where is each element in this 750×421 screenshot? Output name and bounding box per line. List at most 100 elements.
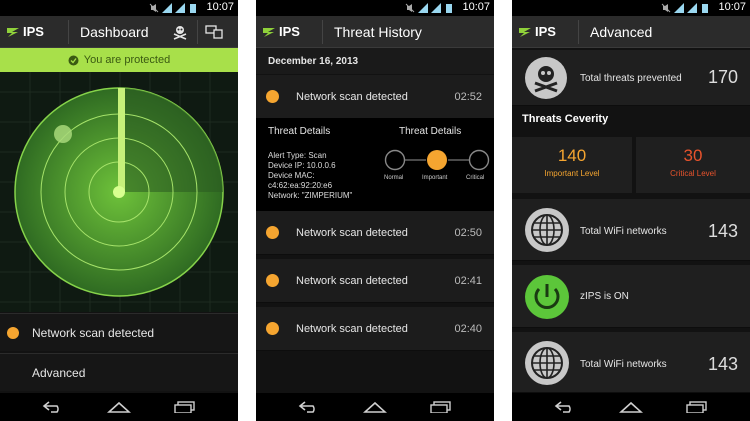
mute-icon xyxy=(149,3,159,13)
detail-line: Device MAC: xyxy=(268,171,315,180)
threat-time: 02:50 xyxy=(454,226,482,239)
radar-view xyxy=(0,72,238,312)
wifi-networks-label: Total WiFi networks xyxy=(580,359,667,370)
home-icon[interactable] xyxy=(618,401,643,413)
threat-dot xyxy=(266,322,279,335)
app-logo[interactable]: IPS xyxy=(6,24,44,39)
wifi-networks-label: Total WiFi networks xyxy=(580,226,667,237)
divider xyxy=(197,20,198,44)
date-header: December 16, 2013 xyxy=(256,48,494,74)
battery-icon xyxy=(190,4,196,13)
signal-icon xyxy=(687,3,697,13)
battery-icon xyxy=(446,4,452,13)
back-icon[interactable] xyxy=(42,401,64,413)
wifi-icon xyxy=(418,3,428,13)
clock: 10:07 xyxy=(462,1,490,13)
threat-time: 02:40 xyxy=(454,322,482,335)
severity-scale xyxy=(384,149,490,171)
threat-dot xyxy=(266,226,279,239)
threat-row[interactable]: Network scan detected 02:40 xyxy=(256,307,494,351)
threat-row[interactable]: Network scan detected 02:50 xyxy=(256,211,494,255)
threat-dot xyxy=(266,90,279,103)
threat-label: Network scan detected xyxy=(296,274,408,287)
home-icon[interactable] xyxy=(106,401,131,413)
recent-apps-icon[interactable] xyxy=(686,401,708,413)
skull-crossbones-icon[interactable] xyxy=(172,24,188,40)
protected-text: You are protected xyxy=(83,54,171,66)
back-icon[interactable] xyxy=(554,401,576,413)
wifi-networks-card[interactable]: Total WiFi networks 143 xyxy=(512,332,750,393)
phone-advanced: 10:07 IPS Advanced Total threats prevent… xyxy=(512,0,750,421)
mute-icon xyxy=(661,3,671,13)
back-icon[interactable] xyxy=(298,401,320,413)
recent-apps-icon[interactable] xyxy=(430,401,452,413)
detail-line: Network: "ZIMPERIUM" xyxy=(268,191,353,200)
severity-normal[interactable] xyxy=(384,149,406,171)
app-logo[interactable]: IPS xyxy=(262,24,300,39)
zimperium-logo-icon xyxy=(7,27,19,37)
check-circle-icon xyxy=(68,55,79,65)
zimperium-logo-icon xyxy=(519,27,531,37)
globe-icon xyxy=(525,341,569,385)
alert-label: Network scan detected xyxy=(32,325,155,340)
alert-list-item[interactable]: Network scan detected xyxy=(0,313,238,351)
threat-time: 02:52 xyxy=(454,90,482,103)
detail-line: c4:62:ea:92:20:e6 xyxy=(268,181,333,190)
important-label: Important Level xyxy=(544,169,600,178)
alert-dot xyxy=(7,326,19,339)
nav-bar xyxy=(0,393,238,421)
zimperium-logo-icon xyxy=(263,27,275,37)
threat-row[interactable]: Network scan detected 02:41 xyxy=(256,259,494,303)
detail-line: Device IP: 10.0.0.6 xyxy=(268,161,336,170)
home-icon[interactable] xyxy=(362,401,387,413)
radar-graphic xyxy=(0,72,238,312)
advanced-list-item[interactable]: Advanced xyxy=(0,353,238,391)
skull-crossbones-icon xyxy=(525,57,567,99)
page-title: Threat History xyxy=(334,24,422,40)
severity-label: Important xyxy=(422,175,448,181)
devices-icon[interactable] xyxy=(205,25,223,39)
signal-icon xyxy=(431,3,441,13)
threat-time: 02:41 xyxy=(454,274,482,287)
threat-label: Network scan detected xyxy=(296,226,408,239)
power-icon xyxy=(525,275,569,319)
details-heading: Threat Details xyxy=(268,126,331,137)
threats-prevented-label: Total threats prevented xyxy=(580,73,682,84)
wifi-networks-value: 143 xyxy=(708,354,739,374)
divider xyxy=(68,20,69,44)
signal-icon xyxy=(175,3,185,13)
important-level-box[interactable]: 140 Important Level xyxy=(512,137,632,193)
app-name: IPS xyxy=(23,24,44,39)
severity-label: Normal xyxy=(384,175,404,181)
severity-critical[interactable] xyxy=(468,149,490,171)
clock: 10:07 xyxy=(718,1,746,13)
page-title: Dashboard xyxy=(80,24,149,40)
wifi-icon xyxy=(674,3,684,13)
zips-status-card[interactable]: zIPS is ON xyxy=(512,265,750,328)
page-title: Advanced xyxy=(590,24,653,40)
app-name: IPS xyxy=(279,24,300,39)
nav-bar xyxy=(256,393,494,421)
severity-heading: Threat Details xyxy=(399,126,462,137)
critical-value: 30 xyxy=(683,146,703,165)
app-logo[interactable]: IPS xyxy=(518,24,556,39)
threat-dot xyxy=(266,274,279,287)
battery-icon xyxy=(702,4,708,13)
threats-prevented-value: 170 xyxy=(708,67,739,87)
severity-important[interactable] xyxy=(427,150,447,170)
recent-apps-icon[interactable] xyxy=(174,401,196,413)
status-bar: 10:07 xyxy=(256,0,494,16)
action-bar: IPS Dashboard xyxy=(0,16,238,48)
threat-row[interactable]: Network scan detected 02:52 xyxy=(256,75,494,119)
advanced-label: Advanced xyxy=(32,365,86,380)
action-bar: IPS Threat History xyxy=(256,16,494,48)
clock: 10:07 xyxy=(206,1,234,13)
status-bar: 10:07 xyxy=(0,0,238,16)
wifi-networks-value: 143 xyxy=(708,221,739,241)
nav-bar xyxy=(512,393,750,421)
phone-threat-history: 10:07 IPS Threat History December 16, 20… xyxy=(256,0,494,421)
wifi-networks-card[interactable]: Total WiFi networks 143 xyxy=(512,199,750,261)
critical-level-box[interactable]: 30 Critical Level xyxy=(636,137,750,193)
threats-prevented-card[interactable]: Total threats prevented 170 xyxy=(512,50,750,106)
details-info: Alert Type: Scan Device IP: 10.0.0.6 Dev… xyxy=(268,151,352,201)
